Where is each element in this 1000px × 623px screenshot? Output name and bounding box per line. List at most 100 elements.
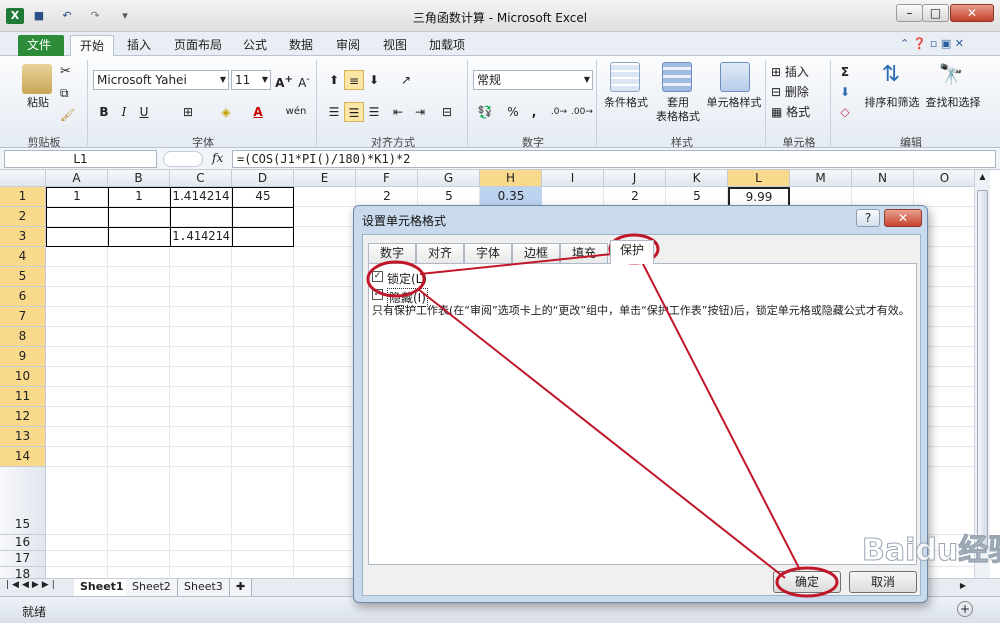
locked-checkbox[interactable]: ✓ — [372, 271, 383, 282]
row-header-11[interactable]: 11 — [0, 387, 46, 407]
tab-view[interactable]: 视图 — [374, 35, 416, 56]
cell-K1[interactable]: 5 — [666, 187, 728, 207]
cell-C1[interactable]: 1.414214 — [170, 187, 232, 207]
row-header-10[interactable]: 10 — [0, 367, 46, 387]
zoom-in-icon[interactable]: + — [957, 601, 973, 617]
bold-button[interactable]: B — [95, 102, 113, 122]
phonetic-icon[interactable]: wén — [283, 102, 309, 122]
row-header-3[interactable]: 3 — [0, 227, 46, 247]
tab-data[interactable]: 数据 — [280, 35, 322, 56]
decrease-decimal-icon[interactable]: .00→ — [571, 102, 593, 122]
tab-fill[interactable]: 填充 — [560, 243, 608, 263]
format-as-table-label-1[interactable]: 套用 — [650, 96, 706, 110]
align-left-icon[interactable]: ☰ — [324, 102, 344, 122]
new-sheet-icon[interactable]: ✚ — [230, 579, 253, 596]
row-header-8[interactable]: 8 — [0, 327, 46, 347]
cell-F1[interactable]: 2 — [356, 187, 418, 207]
ok-button[interactable]: 确定 — [773, 571, 841, 593]
sort-filter-label[interactable]: 排序和筛选 — [862, 96, 922, 110]
conditional-format-label[interactable]: 条件格式 — [598, 96, 654, 110]
cell-H1[interactable]: 0.35 — [480, 187, 542, 207]
hscroll-right-icon[interactable]: ▶ — [955, 581, 971, 594]
borders-icon[interactable]: ⊞ — [177, 102, 199, 122]
column-header-B[interactable]: B — [108, 170, 170, 187]
scroll-up-icon[interactable]: ▲ — [977, 172, 988, 184]
font-color-icon[interactable]: A — [247, 102, 269, 122]
row-header-15[interactable]: 15 — [0, 467, 46, 535]
column-header-O[interactable]: O — [914, 170, 976, 187]
align-middle-icon[interactable]: ≡ — [344, 70, 364, 90]
column-header-K[interactable]: K — [666, 170, 728, 187]
row-header-1[interactable]: 1 — [0, 187, 46, 207]
sheet-tab-3[interactable]: Sheet3 — [178, 579, 230, 596]
hidden-checkbox[interactable]: ✓ — [372, 289, 383, 300]
close-window-button[interactable]: ✕ — [950, 4, 994, 22]
tab-review[interactable]: 审阅 — [327, 35, 369, 56]
ribbon-controls[interactable]: ⌃ ❓ ▫ ▣ ✕ — [900, 37, 964, 50]
cell-A1[interactable]: 1 — [46, 187, 108, 207]
column-header-M[interactable]: M — [790, 170, 852, 187]
autosum-button[interactable]: Σ — [836, 62, 854, 82]
dialog-help-button[interactable]: ? — [856, 209, 880, 227]
insert-cells-button[interactable]: ⊞ 插入 — [771, 62, 827, 82]
minimize-button[interactable]: – — [896, 4, 923, 22]
cell-L1[interactable]: 9.99 — [728, 187, 790, 207]
tab-file[interactable]: 文件 — [18, 35, 64, 56]
column-header-E[interactable]: E — [294, 170, 356, 187]
cell-D1[interactable]: 45 — [232, 187, 294, 207]
row-header-5[interactable]: 5 — [0, 267, 46, 287]
format-painter-icon[interactable]: 🖌 — [60, 108, 75, 122]
column-header-F[interactable]: F — [356, 170, 418, 187]
row-header-6[interactable]: 6 — [0, 287, 46, 307]
vertical-scrollbar[interactable]: ▲ — [974, 170, 990, 578]
tab-formulas[interactable]: 公式 — [234, 35, 276, 56]
increase-indent-icon[interactable]: ⇥ — [410, 102, 430, 122]
row-header-17[interactable]: 17 — [0, 551, 46, 567]
column-header-A[interactable]: A — [46, 170, 108, 187]
column-header-J[interactable]: J — [604, 170, 666, 187]
copy-icon[interactable]: ⧉ — [60, 86, 69, 101]
row-header-12[interactable]: 12 — [0, 407, 46, 427]
tab-page-layout[interactable]: 页面布局 — [165, 35, 231, 56]
align-right-icon[interactable]: ☰ — [364, 102, 384, 122]
column-header-C[interactable]: C — [170, 170, 232, 187]
cell-C3[interactable]: 1.414214 — [170, 227, 232, 247]
insert-function-button[interactable]: fx — [212, 151, 223, 165]
name-box[interactable]: L1 — [4, 150, 157, 168]
percent-button[interactable]: % — [505, 102, 521, 122]
align-top-icon[interactable]: ⬆ — [324, 70, 344, 90]
number-format-select[interactable]: 常规 ▼ — [473, 70, 593, 90]
cancel-button[interactable]: 取消 — [849, 571, 917, 593]
row-header-13[interactable]: 13 — [0, 427, 46, 447]
column-header-H[interactable]: H — [480, 170, 542, 187]
formula-input[interactable]: =(COS(J1*PI()/180)*K1)*2 — [232, 150, 996, 168]
tab-protection[interactable]: 保护 — [610, 240, 654, 264]
find-select-icon[interactable]: 🔭 — [936, 62, 966, 92]
conditional-format-icon[interactable] — [610, 62, 640, 92]
cell-J1[interactable]: 2 — [604, 187, 666, 207]
tab-insert[interactable]: 插入 — [118, 35, 160, 56]
increase-decimal-icon[interactable]: .0→ — [549, 102, 569, 122]
tab-border[interactable]: 边框 — [512, 243, 560, 263]
tab-home[interactable]: 开始 — [70, 35, 115, 56]
row-header-2[interactable]: 2 — [0, 207, 46, 227]
grow-font-button[interactable]: A+ — [275, 70, 293, 90]
sheet-tab-2[interactable]: Sheet2 — [126, 579, 178, 596]
select-all-corner[interactable] — [0, 170, 46, 187]
font-size-select[interactable]: 11 ▼ — [231, 70, 271, 90]
fill-color-icon[interactable]: ◈ — [215, 102, 237, 122]
row-header-7[interactable]: 7 — [0, 307, 46, 327]
format-cells-button[interactable]: ▦ 格式 — [771, 102, 827, 122]
cell-G1[interactable]: 5 — [418, 187, 480, 207]
clear-icon[interactable]: ◇ — [836, 102, 854, 122]
sheet-nav-arrows[interactable]: |◀◀▶▶| — [6, 580, 58, 590]
column-header-N[interactable]: N — [852, 170, 914, 187]
scroll-thumb[interactable] — [977, 190, 988, 550]
row-header-16[interactable]: 16 — [0, 535, 46, 551]
paste-button-label[interactable]: 粘贴 — [18, 96, 58, 110]
merge-center-icon[interactable]: ⊟ — [434, 102, 460, 122]
fill-icon[interactable]: ⬇ — [836, 82, 854, 102]
cell-B1[interactable]: 1 — [108, 187, 170, 207]
currency-icon[interactable]: 💱 — [473, 102, 497, 122]
cell-styles-icon[interactable] — [720, 62, 750, 92]
